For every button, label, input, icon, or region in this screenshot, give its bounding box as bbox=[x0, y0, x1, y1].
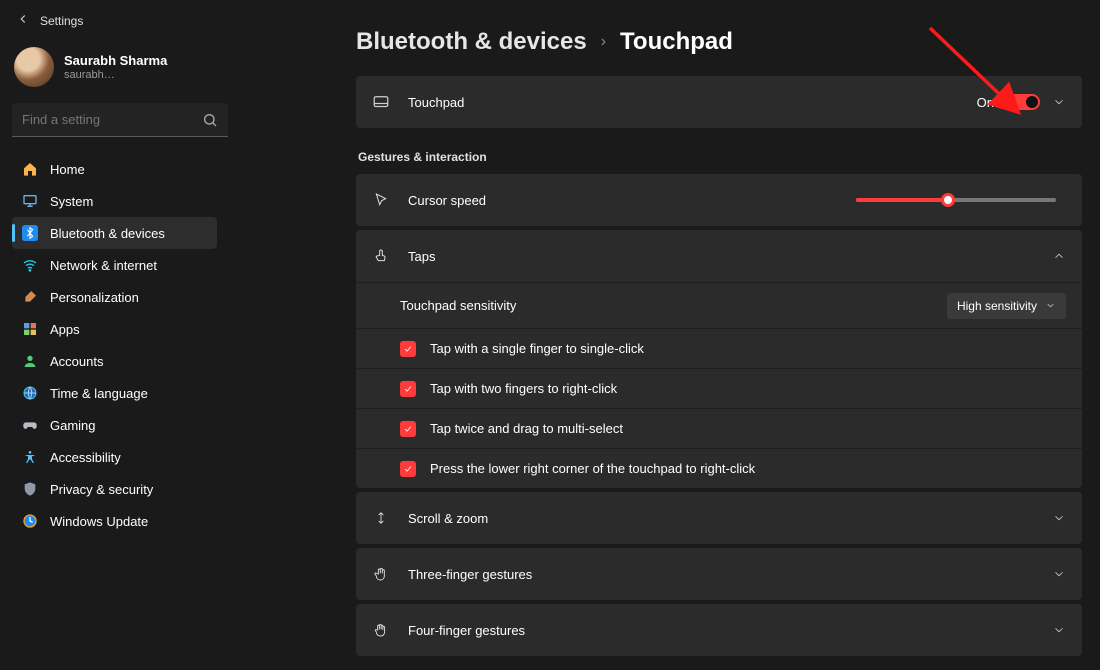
cursor-speed-label: Cursor speed bbox=[408, 193, 856, 208]
touchpad-sensitivity-row: Touchpad sensitivity High sensitivity bbox=[356, 282, 1082, 328]
profile-email: saurabh… bbox=[64, 69, 167, 81]
cursor-speed-row: Cursor speed bbox=[356, 174, 1082, 226]
sidebar-item-bluetooth-devices[interactable]: Bluetooth & devices bbox=[12, 217, 217, 249]
checkbox-icon[interactable] bbox=[400, 461, 416, 477]
taps-label: Taps bbox=[408, 249, 1052, 264]
tap-option-label: Tap with two fingers to right-click bbox=[430, 381, 1066, 396]
sidebar-item-label: Windows Update bbox=[50, 514, 148, 529]
scroll-zoom-row[interactable]: Scroll & zoom bbox=[356, 492, 1082, 544]
taps-header-row[interactable]: Taps bbox=[356, 230, 1082, 282]
taps-group: Taps Touchpad sensitivity High sensitivi… bbox=[356, 230, 1082, 488]
sidebar-item-personalization[interactable]: Personalization bbox=[12, 281, 217, 313]
gamepad-icon bbox=[22, 417, 38, 433]
globe-icon bbox=[22, 385, 38, 401]
sidebar-item-system[interactable]: System bbox=[12, 185, 217, 217]
four-finger-row[interactable]: Four-finger gestures bbox=[356, 604, 1082, 656]
tap-option-label: Tap with a single finger to single-click bbox=[430, 341, 1066, 356]
wifi-icon bbox=[22, 257, 38, 273]
checkbox-icon[interactable] bbox=[400, 421, 416, 437]
sidebar-item-label: Apps bbox=[50, 322, 80, 337]
sidebar-item-label: Home bbox=[50, 162, 85, 177]
sensitivity-label: Touchpad sensitivity bbox=[400, 298, 947, 313]
sidebar-item-accounts[interactable]: Accounts bbox=[12, 345, 217, 377]
sidebar-item-label: Time & language bbox=[50, 386, 148, 401]
three-finger-row[interactable]: Three-finger gestures bbox=[356, 548, 1082, 600]
sidebar-nav: Home System Bluetooth & devices Network … bbox=[12, 153, 217, 537]
sidebar-item-label: Accessibility bbox=[50, 450, 121, 465]
checkbox-icon[interactable] bbox=[400, 341, 416, 357]
sidebar-item-accessibility[interactable]: Accessibility bbox=[12, 441, 217, 473]
page-title: Touchpad bbox=[620, 28, 733, 56]
sidebar-item-gaming[interactable]: Gaming bbox=[12, 409, 217, 441]
hand-icon bbox=[372, 621, 390, 639]
touchpad-label: Touchpad bbox=[408, 95, 977, 110]
titlebar: Settings bbox=[12, 10, 228, 35]
sidebar-item-label: Bluetooth & devices bbox=[50, 226, 165, 241]
three-finger-label: Three-finger gestures bbox=[408, 567, 1052, 582]
tap-option-right-click[interactable]: Tap with two fingers to right-click bbox=[356, 368, 1082, 408]
sidebar-item-network[interactable]: Network & internet bbox=[12, 249, 217, 281]
apps-icon bbox=[22, 321, 38, 337]
four-finger-label: Four-finger gestures bbox=[408, 623, 1052, 638]
touchpad-icon bbox=[372, 93, 390, 111]
touchpad-state-text: On bbox=[977, 95, 994, 110]
sidebar-item-windows-update[interactable]: Windows Update bbox=[12, 505, 217, 537]
sidebar-item-label: Gaming bbox=[50, 418, 96, 433]
cursor-speed-slider[interactable] bbox=[856, 198, 1056, 202]
breadcrumb: Bluetooth & devices › Touchpad bbox=[356, 28, 1082, 56]
search-box[interactable] bbox=[12, 103, 228, 137]
sidebar-item-label: Network & internet bbox=[50, 258, 157, 273]
home-icon bbox=[22, 161, 38, 177]
chevron-down-icon bbox=[1045, 300, 1056, 311]
scroll-zoom-label: Scroll & zoom bbox=[408, 511, 1052, 526]
sidebar: Settings Saurabh Sharma saurabh… Home Sy… bbox=[0, 0, 240, 670]
app-title: Settings bbox=[40, 14, 83, 28]
checkbox-icon[interactable] bbox=[400, 381, 416, 397]
touchpad-toggle[interactable] bbox=[1006, 94, 1040, 110]
bluetooth-icon bbox=[22, 225, 38, 241]
sidebar-item-label: Personalization bbox=[50, 290, 139, 305]
main-content: Bluetooth & devices › Touchpad Touchpad … bbox=[240, 0, 1100, 670]
sidebar-item-privacy[interactable]: Privacy & security bbox=[12, 473, 217, 505]
tap-option-single-click[interactable]: Tap with a single finger to single-click bbox=[356, 328, 1082, 368]
accessibility-icon bbox=[22, 449, 38, 465]
search-icon bbox=[202, 112, 218, 128]
breadcrumb-parent[interactable]: Bluetooth & devices bbox=[356, 28, 587, 56]
hand-icon bbox=[372, 565, 390, 583]
chevron-down-icon bbox=[1052, 511, 1066, 525]
chevron-up-icon bbox=[1052, 249, 1066, 263]
sidebar-item-apps[interactable]: Apps bbox=[12, 313, 217, 345]
tap-option-corner-right-click[interactable]: Press the lower right corner of the touc… bbox=[356, 448, 1082, 488]
tap-option-label: Press the lower right corner of the touc… bbox=[430, 461, 1066, 476]
system-icon bbox=[22, 193, 38, 209]
tap-option-label: Tap twice and drag to multi-select bbox=[430, 421, 1066, 436]
sidebar-item-label: Privacy & security bbox=[50, 482, 153, 497]
touchpad-master-row[interactable]: Touchpad On bbox=[356, 76, 1082, 128]
shield-icon bbox=[22, 481, 38, 497]
sidebar-item-home[interactable]: Home bbox=[12, 153, 217, 185]
search-input[interactable] bbox=[12, 103, 228, 137]
tap-option-multi-select[interactable]: Tap twice and drag to multi-select bbox=[356, 408, 1082, 448]
sidebar-item-label: System bbox=[50, 194, 93, 209]
section-header-gestures: Gestures & interaction bbox=[358, 150, 1082, 164]
scroll-icon bbox=[372, 509, 390, 527]
sidebar-item-time-language[interactable]: Time & language bbox=[12, 377, 217, 409]
chevron-down-icon[interactable] bbox=[1052, 95, 1066, 109]
cursor-icon bbox=[372, 191, 390, 209]
person-icon bbox=[22, 353, 38, 369]
tap-icon bbox=[372, 247, 390, 265]
chevron-down-icon bbox=[1052, 567, 1066, 581]
profile-block[interactable]: Saurabh Sharma saurabh… bbox=[12, 35, 228, 103]
chevron-down-icon bbox=[1052, 623, 1066, 637]
sensitivity-dropdown[interactable]: High sensitivity bbox=[947, 293, 1066, 319]
sensitivity-value: High sensitivity bbox=[957, 299, 1037, 313]
avatar bbox=[14, 47, 54, 87]
profile-name: Saurabh Sharma bbox=[64, 53, 167, 69]
sidebar-item-label: Accounts bbox=[50, 354, 103, 369]
back-button[interactable] bbox=[16, 12, 30, 29]
chevron-right-icon: › bbox=[601, 33, 606, 51]
brush-icon bbox=[22, 289, 38, 305]
update-icon bbox=[22, 513, 38, 529]
